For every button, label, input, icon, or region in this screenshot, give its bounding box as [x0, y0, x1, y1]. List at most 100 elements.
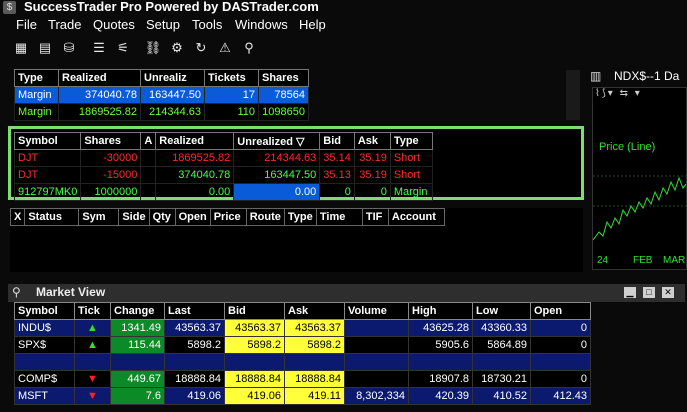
menu-quotes[interactable]: Quotes [93, 17, 135, 32]
col-tif[interactable]: TIF [361, 208, 389, 226]
col-type[interactable]: Type [283, 208, 317, 226]
col-cancel[interactable]: X [9, 208, 26, 226]
col-side[interactable]: Side [118, 208, 150, 226]
col-high[interactable]: High [408, 302, 473, 320]
cell-change: 7.6 [110, 387, 165, 405]
cell-avg [140, 183, 157, 201]
col-ask[interactable]: Ask [284, 302, 345, 320]
col-unrealized[interactable]: Unrealiz [140, 69, 205, 87]
cell-tick: ▲ [74, 319, 111, 337]
minimize-icon[interactable]: ▁ [624, 287, 636, 298]
cell-shares: -30000 [80, 149, 142, 167]
col-low[interactable]: Low [472, 302, 531, 320]
menu-windows[interactable]: Windows [235, 17, 288, 32]
col-avg[interactable]: A [140, 132, 157, 150]
cell-tickets: 17 [204, 86, 259, 104]
cell-change: 115.44 [110, 336, 165, 354]
cell-low [472, 353, 531, 371]
cell-unrealized: 0.00 [233, 183, 321, 201]
x-tick-mar: MAR [663, 255, 686, 266]
col-tick[interactable]: Tick [74, 302, 111, 320]
col-symbol[interactable]: Symbol [14, 302, 75, 320]
sort-down-icon[interactable]: ▽ [296, 136, 304, 148]
cell-realized: 1869525.82 [58, 103, 141, 121]
col-status[interactable]: Status [24, 208, 80, 226]
table-row[interactable]: COMP$ ▼ 449.67 18888.84 18888.84 18888.8… [14, 370, 591, 388]
table-row[interactable]: DJT -30000 1869525.82 214344.63 35.14 35… [13, 149, 433, 167]
scan-icon[interactable]: ⚲ [240, 39, 258, 57]
col-unrealized[interactable]: Unrealized ▽ [233, 132, 321, 150]
col-last[interactable]: Last [164, 302, 225, 320]
menu-trade[interactable]: Trade [48, 17, 81, 32]
col-realized[interactable]: Realized [155, 132, 235, 150]
list-icon[interactable]: ☰ [90, 39, 108, 57]
col-volume[interactable]: Volume [344, 302, 409, 320]
portfolio-icon[interactable]: ⛁ [60, 39, 78, 57]
col-route[interactable]: Route [245, 208, 285, 226]
market-view-icon: ⚲ [12, 285, 21, 299]
col-symbol[interactable]: Sym [78, 208, 120, 226]
table-row[interactable]: 912797MK0 1000000 0.00 0.00 0 0 Margin [13, 183, 433, 201]
alert-icon[interactable]: ⚠ [216, 39, 234, 57]
settings-icon[interactable]: ⚙ [168, 39, 186, 57]
col-price[interactable]: Price [209, 208, 247, 226]
cell-change [110, 353, 165, 371]
col-realized[interactable]: Realized [58, 69, 141, 87]
market-view-title-bar[interactable] [8, 284, 685, 302]
col-ask[interactable]: Ask [353, 132, 391, 150]
price-chart[interactable]: ⌇⟆▾ ⇆ ▾ Price (Line) 24 FEB MAR [592, 87, 687, 270]
menu-tools[interactable]: Tools [192, 17, 222, 32]
cell-bid: 5898.2 [224, 336, 285, 354]
maximize-icon[interactable]: □ [643, 287, 655, 298]
table-row[interactable]: INDU$ ▲ 1341.49 43563.37 43563.37 43563.… [14, 319, 591, 337]
cell-high: 5905.6 [408, 336, 473, 354]
cell-high: 420.39 [408, 387, 473, 405]
col-type[interactable]: Type [14, 69, 59, 87]
col-shares[interactable]: Shares [258, 69, 309, 87]
table-row[interactable]: Margin 374040.78 163447.50 17 78564 [14, 86, 309, 104]
table-row[interactable]: MSFT ▼ 7.6 419.06 419.06 419.11 8,302,33… [14, 387, 591, 405]
col-qty[interactable]: Qty [148, 208, 176, 226]
menu-help[interactable]: Help [299, 17, 326, 32]
cell-avg [140, 149, 157, 167]
col-open[interactable]: Open [174, 208, 211, 226]
menu-setup[interactable]: Setup [146, 17, 180, 32]
cell-tickets: 110 [204, 103, 259, 121]
col-type[interactable]: Type [389, 132, 433, 150]
cell-open: 0 [530, 370, 591, 388]
cell-tick [74, 353, 111, 371]
col-symbol[interactable]: Symbol [13, 132, 82, 150]
col-bid[interactable]: Bid [224, 302, 285, 320]
close-icon[interactable]: ✕ [662, 287, 674, 298]
chart-title-bar[interactable]: ▥ NDX$--1 Da [588, 66, 687, 86]
col-tickets[interactable]: Tickets [204, 69, 259, 87]
cell-bid: 0 [319, 183, 355, 201]
cell-open: 0 [530, 336, 591, 354]
cell-last [164, 353, 225, 371]
account-scrollbar[interactable] [566, 70, 580, 120]
account-summary-table: Type Realized Unrealiz Tickets Shares Ma… [14, 69, 309, 121]
filter-icon[interactable]: ⚟ [114, 39, 132, 57]
table-row[interactable]: Margin 1869525.82 214344.63 110 1098650 [14, 103, 309, 121]
cell-last: 18888.84 [164, 370, 225, 388]
table-row[interactable]: DJT -15000 374040.78 163447.50 35.13 35.… [13, 166, 433, 184]
table-row[interactable]: SPX$ ▲ 115.44 5898.2 5898.2 5898.2 5905.… [14, 336, 591, 354]
col-shares[interactable]: Shares [80, 132, 142, 150]
chart-icon[interactable]: ▤ [36, 39, 54, 57]
table-row[interactable] [14, 353, 591, 371]
col-account[interactable]: Account [387, 208, 445, 226]
montage-icon[interactable]: ▦ [12, 39, 30, 57]
col-open[interactable]: Open [530, 302, 591, 320]
refresh-icon[interactable]: ↻ [192, 39, 210, 57]
col-change[interactable]: Change [110, 302, 165, 320]
chart-tools-icon[interactable]: ⌇⟆▾ ⇆ ▾ [595, 88, 642, 99]
col-time[interactable]: Time [315, 208, 363, 226]
cell-change: 449.67 [110, 370, 165, 388]
orders-table: X Status Sym Side Qty Open Price Route T… [9, 208, 445, 226]
cell-bid: 35.14 [319, 149, 355, 167]
cell-unrealized: 163447.50 [233, 166, 321, 184]
link-icon[interactable]: ⛓ [144, 39, 162, 57]
menu-file[interactable]: File [16, 17, 37, 32]
col-bid[interactable]: Bid [319, 132, 355, 150]
market-view-title: Market View [36, 285, 106, 299]
